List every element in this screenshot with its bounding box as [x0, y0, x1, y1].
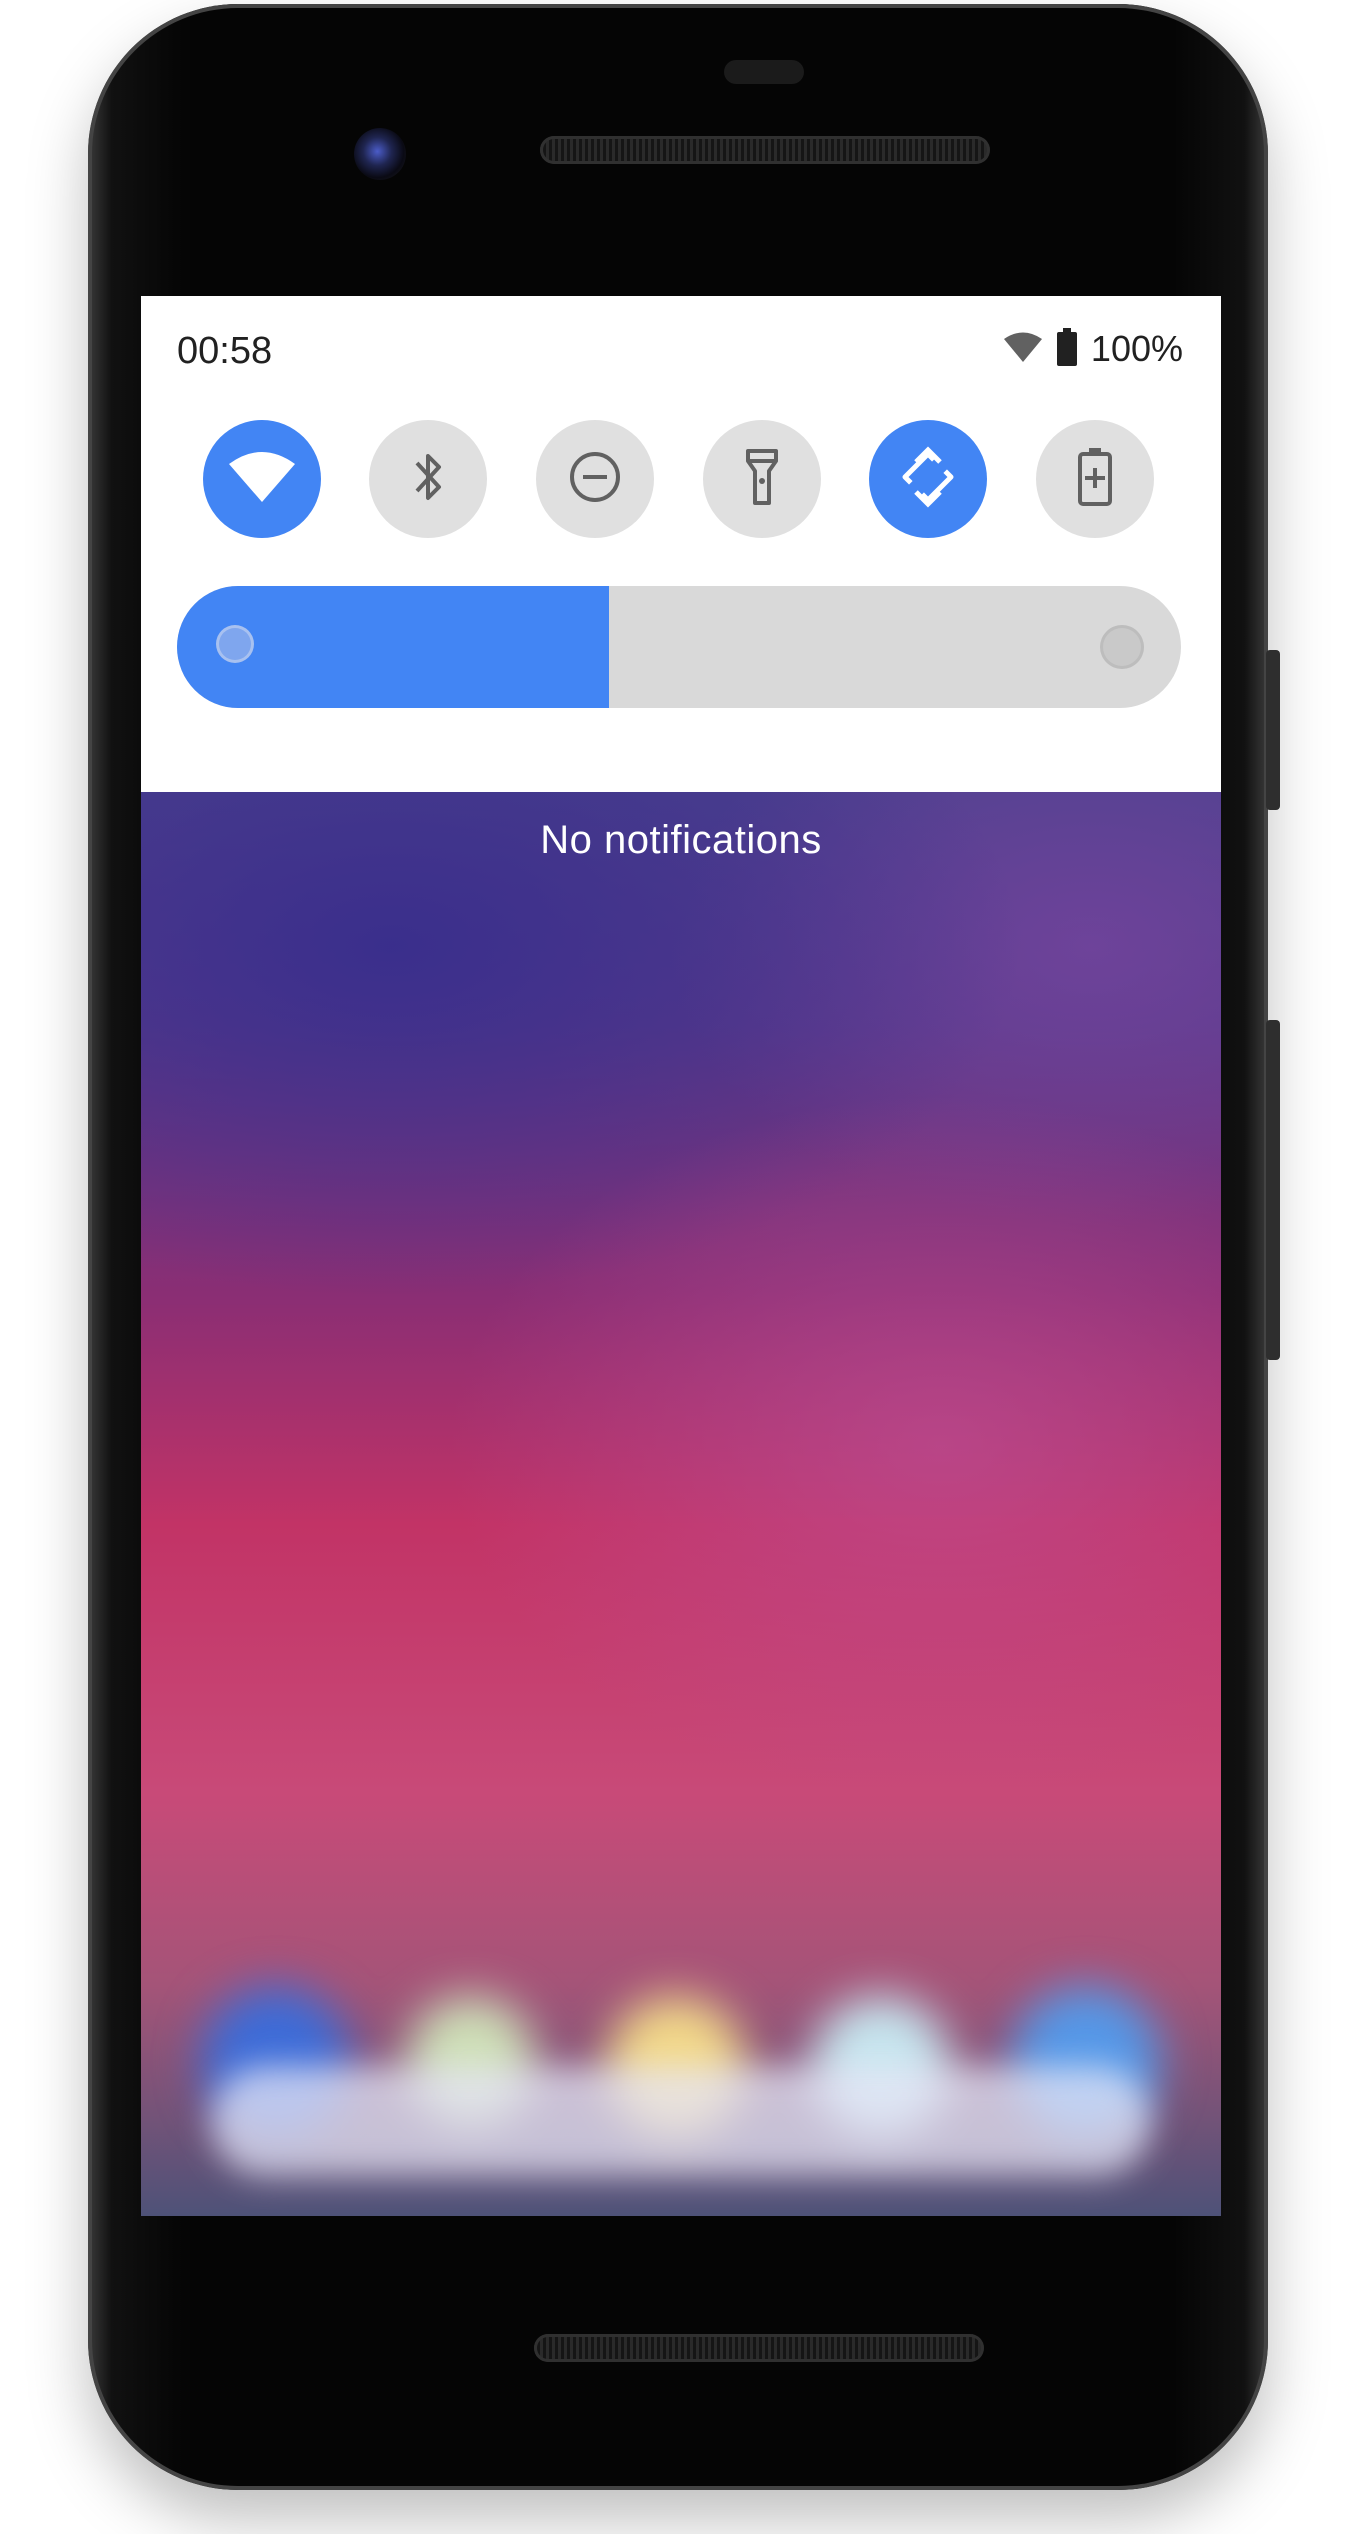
- battery-saver-icon: [1075, 446, 1115, 513]
- auto-rotate-icon: [896, 445, 960, 514]
- auto-rotate-tile[interactable]: [869, 420, 987, 538]
- do-not-disturb-tile[interactable]: [536, 420, 654, 538]
- front-camera: [354, 128, 406, 180]
- quick-settings-panel: 00:58 100%: [141, 296, 1221, 792]
- battery-icon: [1055, 327, 1079, 371]
- top-speaker-grille: [540, 136, 990, 164]
- battery-percent: 100%: [1090, 328, 1183, 369]
- wifi-tile[interactable]: [203, 420, 321, 538]
- flashlight-tile[interactable]: [703, 420, 821, 538]
- status-time: 00:58: [177, 330, 273, 372]
- power-button: [1266, 650, 1280, 810]
- volume-rocker: [1266, 1020, 1280, 1360]
- wifi-icon: [227, 450, 297, 509]
- bottom-speaker-grille: [534, 2334, 984, 2362]
- phone-screen: 00:58 100% No notifications: [141, 296, 1221, 2216]
- earpiece-slot: [724, 60, 804, 84]
- brightness-high-icon: [1103, 628, 1141, 666]
- flashlight-icon: [742, 447, 782, 512]
- battery-saver-tile[interactable]: [1036, 420, 1154, 538]
- do-not-disturb-icon: [567, 449, 623, 510]
- wifi-icon: [1003, 330, 1043, 369]
- empty-notifications-text: No notifications: [540, 818, 822, 862]
- bluetooth-icon: [408, 447, 448, 512]
- brightness-slider[interactable]: [177, 586, 1181, 708]
- status-icons: 100%: [1003, 326, 1183, 372]
- blurred-search-bar: [211, 2066, 1151, 2176]
- brightness-low-icon: [219, 628, 251, 660]
- bluetooth-tile[interactable]: [369, 420, 487, 538]
